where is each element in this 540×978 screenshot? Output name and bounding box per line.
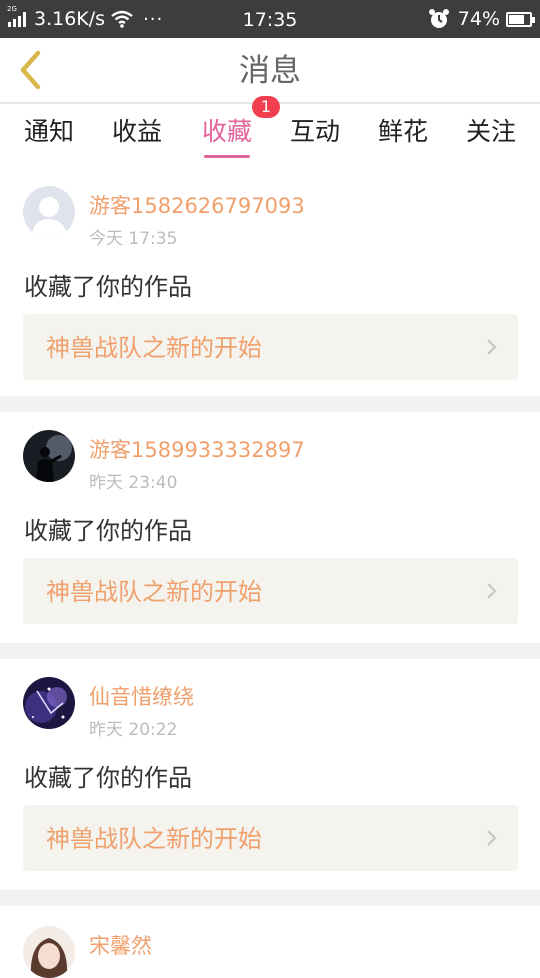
divider: [0, 396, 540, 412]
tab-earnings[interactable]: 收益: [108, 104, 166, 166]
timestamp: 今天 17:35: [89, 229, 178, 249]
action-text: 收藏了你的作品: [24, 517, 192, 545]
alarm-clock-icon: [428, 9, 449, 28]
default-user-avatar-icon[interactable]: [23, 186, 75, 238]
network-speed: 3.16K/s: [34, 8, 106, 30]
action-text: 收藏了你的作品: [24, 764, 192, 792]
message-card: 仙音惜缭绕 昨天 20:22 收藏了你的作品 神兽战队之新的开始: [0, 659, 540, 890]
work-link[interactable]: 神兽战队之新的开始: [23, 805, 518, 871]
divider: [0, 643, 540, 659]
message-card: 游客1582626797093 今天 17:35 收藏了你的作品 神兽战队之新的…: [0, 170, 540, 396]
divider: [0, 890, 540, 906]
work-title: 神兽战队之新的开始: [46, 825, 262, 853]
tab-label: 收益: [111, 117, 162, 146]
page-title: 消息: [239, 53, 301, 89]
username[interactable]: 仙音惜缭绕: [89, 681, 194, 711]
tab-favorites[interactable]: 收藏 1: [196, 96, 280, 166]
action-text: 收藏了你的作品: [24, 273, 192, 301]
header: 消息: [0, 38, 540, 104]
timestamp: 昨天 23:40: [89, 473, 178, 493]
galaxy-avatar-icon[interactable]: [23, 677, 75, 729]
battery-percent: 74%: [457, 8, 500, 30]
silhouette-avatar-icon[interactable]: [23, 430, 75, 482]
tab-label: 鲜花: [377, 117, 428, 146]
chevron-right-icon: [487, 339, 497, 355]
unread-badge: 1: [252, 96, 280, 118]
wifi-icon: [111, 10, 133, 28]
tab-label: 互动: [289, 117, 340, 146]
battery-icon: [506, 11, 535, 27]
tab-notifications[interactable]: 通知: [20, 104, 78, 166]
cell-signal-icon: 2G: [7, 5, 28, 27]
chevron-right-icon: [487, 583, 497, 599]
tab-label: 关注: [465, 117, 516, 146]
tab-following[interactable]: 关注: [462, 104, 520, 166]
status-bar: 2G 3.16K/s ··· 17:35 74%: [0, 0, 540, 38]
tab-flowers[interactable]: 鲜花: [374, 104, 432, 166]
back-button[interactable]: [10, 50, 50, 90]
back-arrow-icon: [20, 50, 41, 90]
timestamp: 昨天 20:22: [89, 720, 178, 740]
tab-label: 通知: [23, 117, 74, 146]
username[interactable]: 宋馨然: [89, 930, 152, 960]
username[interactable]: 游客1582626797093: [89, 190, 305, 220]
message-card: 宋馨然: [0, 906, 540, 978]
more-notifications-icon: ···: [143, 8, 164, 30]
tab-label: 收藏: [201, 117, 252, 146]
work-link[interactable]: 神兽战队之新的开始: [23, 558, 518, 624]
work-title: 神兽战队之新的开始: [46, 578, 262, 606]
girl-avatar-icon[interactable]: [23, 926, 75, 978]
battery-level: [509, 14, 524, 24]
active-tab-indicator: [204, 155, 250, 158]
message-card: 游客1589933332897 昨天 23:40 收藏了你的作品 神兽战队之新的…: [0, 412, 540, 643]
message-list: 游客1582626797093 今天 17:35 收藏了你的作品 神兽战队之新的…: [0, 170, 540, 978]
work-link[interactable]: 神兽战队之新的开始: [23, 314, 518, 380]
tab-bar: 通知 收益 收藏 1 互动 鲜花 关注: [0, 96, 540, 170]
username[interactable]: 游客1589933332897: [89, 434, 305, 464]
tab-interactions[interactable]: 互动: [286, 104, 344, 166]
chevron-right-icon: [487, 830, 497, 846]
work-title: 神兽战队之新的开始: [46, 334, 262, 362]
